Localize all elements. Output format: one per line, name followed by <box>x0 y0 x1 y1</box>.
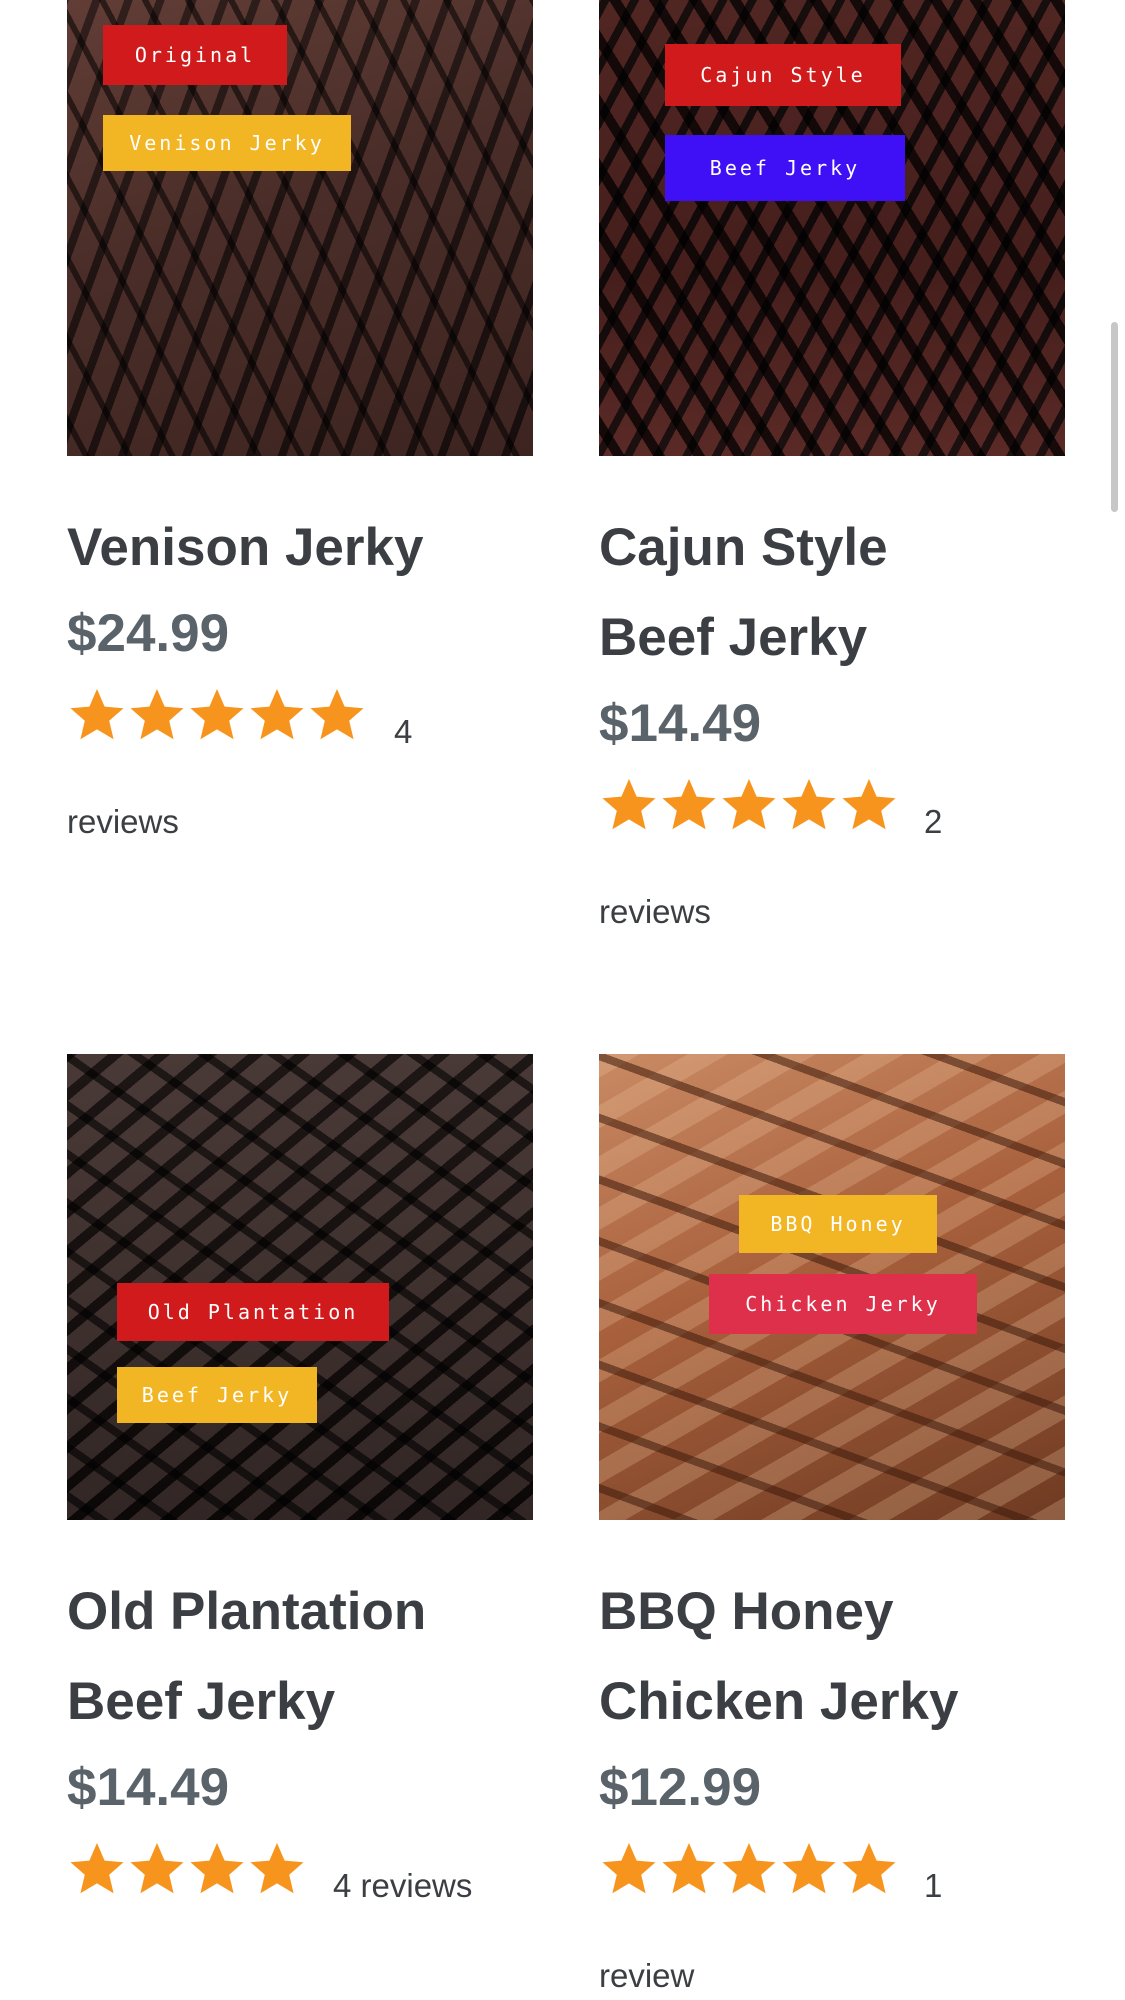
review-label: review <box>599 1957 695 1994</box>
product-title[interactable]: Venison Jerky <box>67 503 533 593</box>
photo-tag: Original <box>103 25 287 85</box>
star-icon <box>779 775 839 835</box>
product-image[interactable]: BBQ Honey Chicken Jerky <box>599 1054 1065 1520</box>
product-title-line[interactable]: Old Plantation <box>67 1567 533 1657</box>
photo-tag: BBQ Honey <box>739 1195 937 1253</box>
star-icon <box>779 1839 839 1899</box>
star-icon <box>659 775 719 835</box>
review-count: 2 <box>924 803 943 840</box>
star-icon <box>719 1839 779 1899</box>
star-icon <box>307 685 367 745</box>
review-count: 4 <box>394 713 413 750</box>
product-price: $14.49 <box>599 694 762 753</box>
product-card[interactable]: Old Plantation Beef Jerky Old Plantation… <box>67 1054 533 1904</box>
star-icon <box>127 685 187 745</box>
star-icon <box>187 685 247 745</box>
star-icon <box>67 1839 127 1899</box>
photo-tag: Chicken Jerky <box>709 1274 977 1334</box>
scrollbar-thumb[interactable] <box>1111 322 1118 512</box>
product-title-line[interactable]: Venison Jerky <box>67 503 533 593</box>
star-icon <box>719 775 779 835</box>
photo-tag: Old Plantation <box>117 1283 389 1341</box>
product-title[interactable]: BBQ Honey Chicken Jerky <box>599 1567 1065 1747</box>
star-icon <box>247 1839 307 1899</box>
product-price: $24.99 <box>67 604 230 663</box>
product-title-line[interactable]: Beef Jerky <box>67 1657 533 1747</box>
product-title-line[interactable]: Cajun Style <box>599 503 1065 593</box>
photo-tag: Beef Jerky <box>665 135 905 201</box>
product-price: $14.49 <box>67 1758 230 1817</box>
star-icon <box>599 1839 659 1899</box>
star-icon <box>127 1839 187 1899</box>
product-price: $12.99 <box>599 1758 762 1817</box>
photo-tag: Cajun Style <box>665 44 901 106</box>
star-rating <box>599 1839 899 1899</box>
product-card[interactable]: Original Venison Jerky Venison Jerky $24… <box>67 0 533 860</box>
product-title[interactable]: Old Plantation Beef Jerky <box>67 1567 533 1747</box>
photo-tag: Venison Jerky <box>103 115 351 171</box>
review-label: reviews <box>67 803 179 840</box>
star-rating <box>67 1839 307 1899</box>
star-icon <box>839 775 899 835</box>
star-icon <box>67 685 127 745</box>
star-icon <box>659 1839 719 1899</box>
product-title[interactable]: Cajun Style Beef Jerky <box>599 503 1065 683</box>
star-icon <box>247 685 307 745</box>
star-icon <box>187 1839 247 1899</box>
review-count: 4 reviews <box>333 1867 473 1904</box>
product-card[interactable]: Cajun Style Beef Jerky Cajun Style Beef … <box>599 0 1065 950</box>
product-title-line[interactable]: BBQ Honey <box>599 1567 1065 1657</box>
review-count: 1 <box>924 1867 943 1904</box>
product-card[interactable]: BBQ Honey Chicken Jerky BBQ Honey Chicke… <box>599 1054 1065 2000</box>
product-image[interactable]: Cajun Style Beef Jerky <box>599 0 1065 456</box>
product-title-line[interactable]: Chicken Jerky <box>599 1657 1065 1747</box>
product-image[interactable]: Original Venison Jerky <box>67 0 533 456</box>
photo-tag: Beef Jerky <box>117 1367 317 1423</box>
star-icon <box>599 775 659 835</box>
star-rating <box>599 775 899 835</box>
review-label: reviews <box>599 893 711 930</box>
star-icon <box>839 1839 899 1899</box>
product-title-line[interactable]: Beef Jerky <box>599 593 1065 683</box>
product-image[interactable]: Old Plantation Beef Jerky <box>67 1054 533 1520</box>
star-rating <box>67 685 367 745</box>
